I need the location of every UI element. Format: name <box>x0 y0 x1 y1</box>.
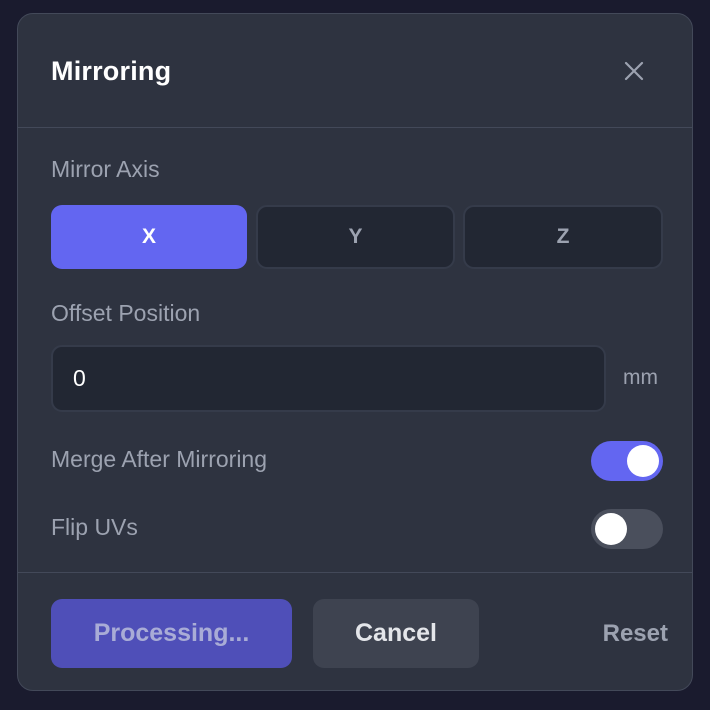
close-icon <box>624 61 644 81</box>
merge-after-mirroring-toggle[interactable] <box>591 441 663 481</box>
reset-button[interactable]: Reset <box>578 599 668 668</box>
dialog-title: Mirroring <box>51 56 172 86</box>
offset-position-label: Offset Position <box>51 300 201 326</box>
close-button[interactable] <box>621 58 647 84</box>
mirroring-dialog: Mirroring Mirror Axis X Y Z Offset Posit… <box>17 13 693 691</box>
toggle-knob <box>595 513 627 545</box>
offset-position-input[interactable] <box>51 345 606 412</box>
cancel-button[interactable]: Cancel <box>313 599 479 668</box>
axis-x-button[interactable]: X <box>51 205 247 269</box>
axis-y-button[interactable]: Y <box>256 205 455 269</box>
footer-divider <box>18 572 692 573</box>
dialog-header: Mirroring <box>18 14 692 128</box>
flip-uvs-label: Flip UVs <box>51 514 138 540</box>
offset-unit: mm <box>623 366 658 389</box>
toggle-knob <box>627 445 659 477</box>
flip-uvs-toggle[interactable] <box>591 509 663 549</box>
mirror-axis-selector: X Y Z <box>51 205 663 269</box>
merge-after-mirroring-label: Merge After Mirroring <box>51 446 268 472</box>
mirror-axis-label: Mirror Axis <box>51 156 160 182</box>
axis-z-button[interactable]: Z <box>463 205 663 269</box>
processing-button[interactable]: Processing... <box>51 599 292 668</box>
